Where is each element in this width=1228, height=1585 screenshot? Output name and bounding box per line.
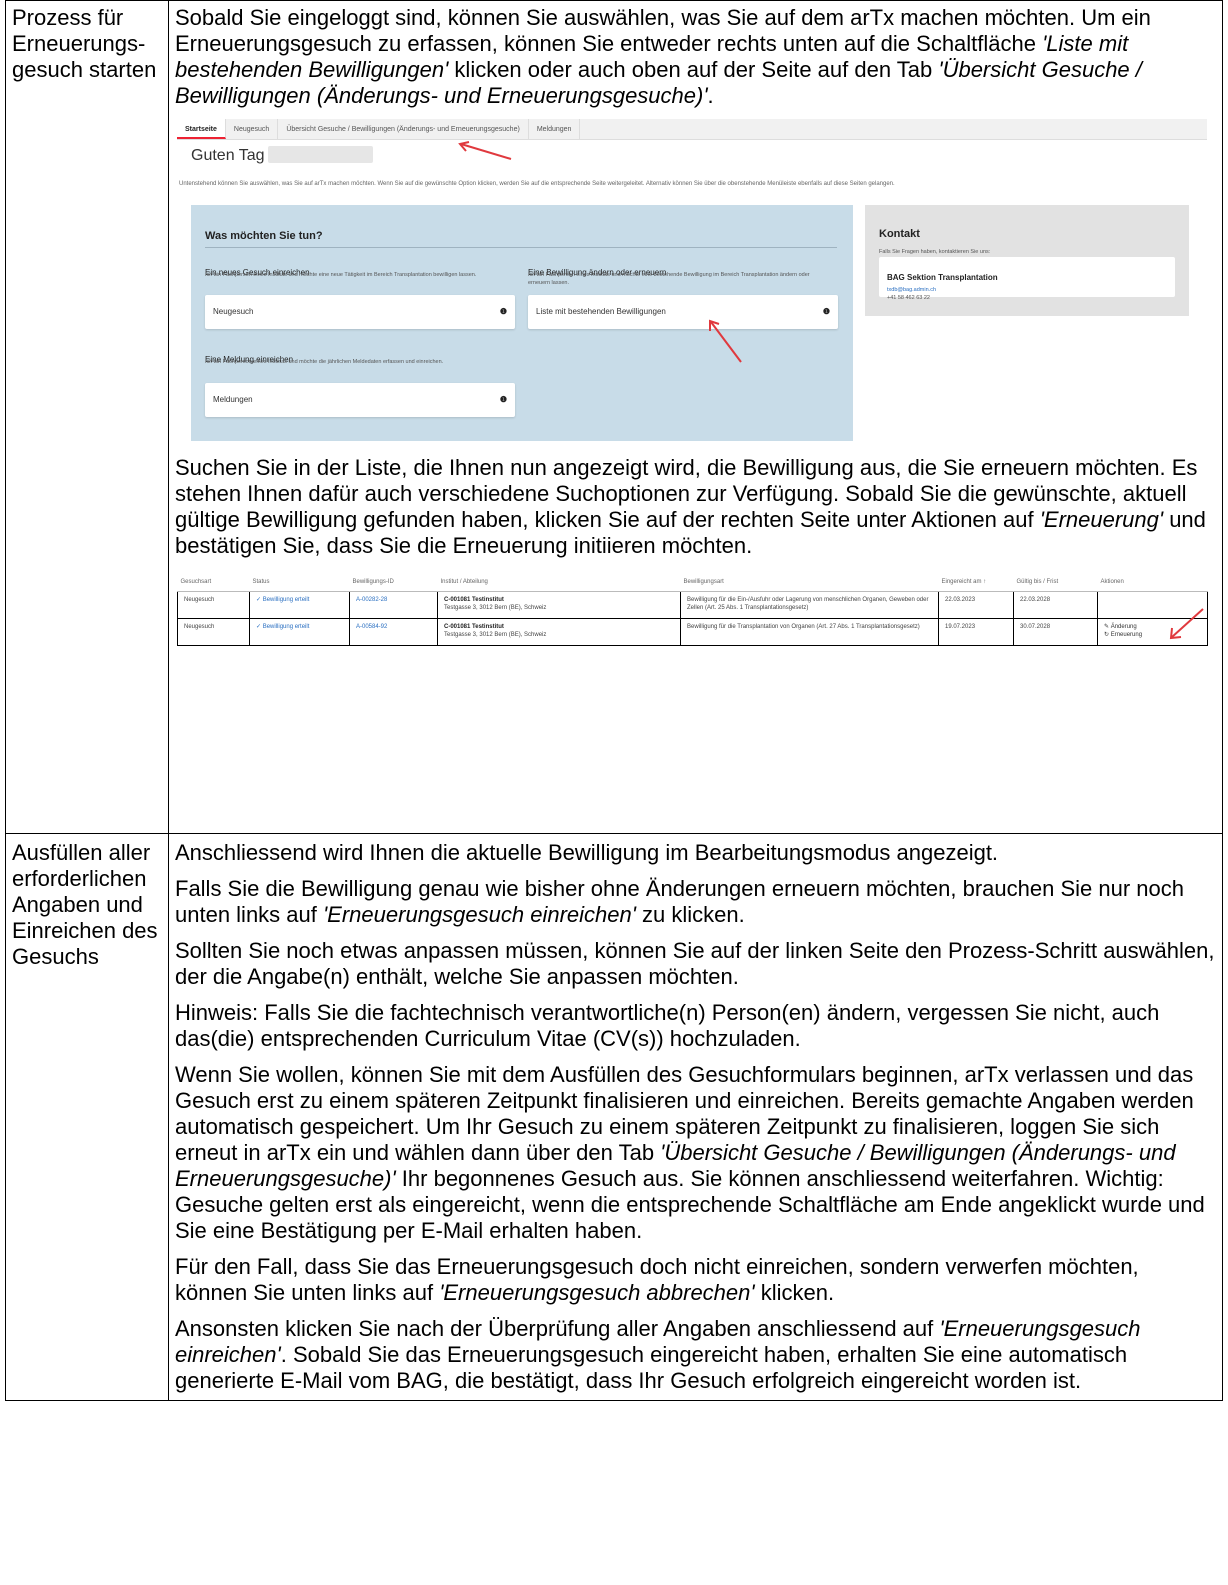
emphasis-text: 'Erneuerungsgesuch einreichen' — [322, 902, 636, 927]
screenshot-start-page: Startseite Neugesuch Übersicht Gesuche /… — [177, 119, 1207, 441]
column-header[interactable]: Bewilligungs-ID — [349, 573, 438, 592]
cell-gueltig: 30.07.2028 — [1013, 617, 1098, 646]
button-label: Liste mit bestehenden Bewilligungen — [536, 307, 666, 316]
emphasis-text: 'Erneuerung' — [1039, 507, 1164, 532]
cell-eingereicht: 22.03.2023 — [938, 590, 1014, 619]
emphasis-text: 'Erneuerungsgesuch abbrechen' — [439, 1280, 755, 1305]
table-row: Neugesuch ✓ Bewilligung erteilt A-00584-… — [177, 617, 1208, 646]
paragraph: Hinweis: Falls Sie die fachtechnisch ver… — [175, 1000, 1160, 1051]
text: . Sobald Sie das Erneuerungsgesuch einge… — [175, 1342, 1128, 1393]
paragraph: Für den Fall, dass Sie das Erneuerungsge… — [175, 1254, 1216, 1306]
cell-gesuchsart: Neugesuch — [177, 590, 250, 619]
cell-id-link[interactable]: A-00282-28 — [349, 590, 438, 619]
kontakt-phone: +41 58 462 63 22 — [887, 295, 930, 301]
paragraph: Anschliessend wird Ihnen die aktuelle Be… — [175, 840, 999, 865]
text: Ansonsten klicken Sie nach der Überprüfu… — [175, 1316, 940, 1341]
tab-startseite[interactable]: Startseite — [177, 119, 226, 139]
tab-meldungen[interactable]: Meldungen — [529, 119, 581, 139]
column-header[interactable]: Institut / Abteilung — [437, 573, 681, 592]
cell-bewilligungsart: Bewilligung für die Transplantation von … — [680, 617, 939, 646]
user-icon-institut: C-001081 Testinstitut — [444, 596, 504, 603]
table-row: Ausfüllen aller erforderlichen Angaben u… — [5, 833, 1223, 1401]
divider — [205, 247, 837, 248]
row-label: Prozess für Erneuerungs-gesuch starten — [5, 0, 169, 834]
cell-institut: C-001081 Testinstitut Testgasse 3, 3012 B… — [437, 617, 681, 646]
paragraph: Sobald Sie eingeloggt sind, können Sie a… — [175, 5, 1216, 109]
paragraph: Sollten Sie noch etwas anpassen müssen, … — [175, 938, 1215, 989]
red-arrow-icon — [1169, 608, 1204, 640]
tab-uebersicht[interactable]: Übersicht Gesuche / Bewilligungen (Änder… — [278, 119, 529, 139]
option-description: Ich bin Fachperson eines Instituts und m… — [528, 272, 810, 286]
text: Sobald Sie eingeloggt sind, können Sie a… — [175, 5, 1151, 56]
kontakt-panel: Kontakt Falls Sie Fragen haben, kontakti… — [865, 205, 1189, 316]
paragraph: Wenn Sie wollen, können Sie mit dem Ausf… — [175, 1062, 1216, 1244]
tab-bar: Startseite Neugesuch Übersicht Gesuche /… — [177, 119, 1207, 140]
panel-title: Was möchten Sie tun? — [205, 230, 323, 242]
cell-bewilligungsart: Bewilligung für die Ein-/Ausfuhr oder La… — [680, 590, 939, 619]
neugesuch-button[interactable]: Neugesuch ❶ — [205, 295, 515, 329]
institut-address: Testgasse 3, 3012 Bern (BE), Schweiz — [444, 631, 547, 638]
option-description: Ich bin Fachperson eines Instituts und m… — [205, 272, 477, 278]
option-description: Ich bin Fachperson eines Instituts und m… — [205, 359, 444, 365]
info-icon[interactable]: ❶ — [500, 295, 507, 329]
institut-address: Testgasse 3, 3012 Bern (BE), Schweiz — [444, 604, 547, 611]
user-icon-institut: C-001081 Testinstitut — [444, 623, 504, 630]
tab-neugesuch[interactable]: Neugesuch — [226, 119, 279, 139]
table-row: Prozess für Erneuerungs-gesuch starten S… — [5, 0, 1223, 834]
red-arrow-icon — [458, 141, 512, 160]
cell-status: ✓ Bewilligung erteilt — [249, 590, 350, 619]
cell-id-link[interactable]: A-00584-92 — [349, 617, 438, 646]
redacted-name — [267, 146, 373, 163]
column-header[interactable]: Eingereicht am ↑ — [938, 573, 1014, 592]
text: klicken oder auch oben auf der Seite auf… — [448, 57, 939, 82]
text: . — [707, 83, 714, 108]
paragraph: Ansonsten klicken Sie nach der Überprüfu… — [175, 1316, 1216, 1394]
cell-institut: C-001081 Testinstitut Testgasse 3, 3012 B… — [437, 590, 681, 619]
row-label: Ausfüllen aller erforderlichen Angaben u… — [5, 833, 169, 1401]
row-label-text: Prozess für Erneuerungs-gesuch starten — [12, 5, 157, 82]
row-content: Sobald Sie eingeloggt sind, können Sie a… — [168, 0, 1223, 834]
table-header-row: Gesuchsart Status Bewilligungs-ID Instit… — [177, 573, 1208, 592]
paragraph: Falls Sie die Bewilligung genau wie bish… — [175, 876, 1216, 928]
instruction-table: Prozess für Erneuerungs-gesuch starten S… — [5, 0, 1223, 1401]
screenshot-permit-list: Gesuchsart Status Bewilligungs-ID Instit… — [177, 573, 1208, 653]
column-header[interactable]: Gesuchsart — [177, 573, 250, 592]
column-header[interactable]: Bewilligungsart — [680, 573, 939, 592]
button-label: Meldungen — [213, 395, 253, 404]
column-header[interactable]: Status — [249, 573, 350, 592]
greeting-text: Guten Tag — [191, 147, 265, 164]
greeting: Guten Tag — [191, 146, 373, 166]
column-header[interactable]: Gültig bis / Frist — [1013, 573, 1098, 592]
cell-status: ✓ Bewilligung erteilt — [249, 617, 350, 646]
meldungen-button[interactable]: Meldungen ❶ — [205, 383, 515, 417]
column-header: Aktionen — [1097, 573, 1208, 592]
table-row: Neugesuch ✓ Bewilligung erteilt A-00282-… — [177, 590, 1208, 619]
intro-text: Untenstehend können Sie auswählen, was S… — [179, 181, 895, 187]
red-arrow-icon — [709, 319, 742, 363]
button-label: Neugesuch — [213, 307, 254, 316]
paragraph: Suchen Sie in der Liste, die Ihnen nun a… — [175, 455, 1216, 559]
row-label-text: Ausfüllen aller erforderlichen Angaben u… — [12, 840, 158, 969]
kontakt-card: BAG Sektion Transplantation txdb@bag.adm… — [879, 257, 1175, 301]
cell-gesuchsart: Neugesuch — [177, 617, 250, 646]
permit-table: Gesuchsart Status Bewilligungs-ID Instit… — [177, 573, 1208, 646]
liste-bewilligungen-button[interactable]: Liste mit bestehenden Bewilligungen ❶ — [528, 295, 838, 329]
row-content: Anschliessend wird Ihnen die aktuelle Be… — [168, 833, 1223, 1401]
info-icon[interactable]: ❶ — [823, 295, 830, 329]
options-panel: Was möchten Sie tun? Ein neues Gesuch ei… — [191, 205, 853, 441]
text: klicken. — [754, 1280, 835, 1305]
cell-gueltig: 22.03.2028 — [1013, 590, 1098, 619]
info-icon[interactable]: ❶ — [500, 383, 507, 417]
cell-eingereicht: 19.07.2023 — [938, 617, 1014, 646]
text: zu klicken. — [635, 902, 745, 927]
